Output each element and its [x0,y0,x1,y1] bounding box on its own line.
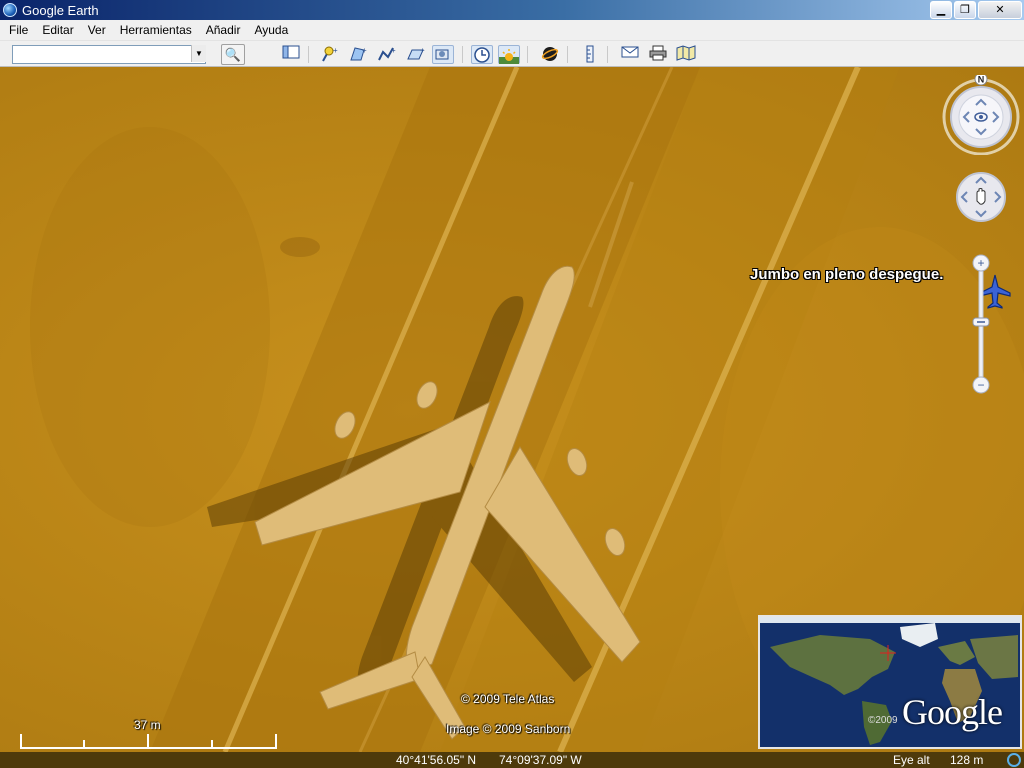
svg-text:+: + [420,46,425,55]
close-button[interactable]: ✕ [978,1,1022,19]
zoom-slider[interactable]: + − [970,253,992,399]
chevron-down-icon[interactable]: ▼ [191,45,206,62]
map-viewport[interactable]: Jumbo en pleno despegue. N + − © 2009 Te… [0,67,1024,752]
zoom-in-label: + [977,256,984,270]
overview-copyright: ©2009 [868,715,898,726]
sidebar-toggle-icon[interactable] [280,45,302,64]
menu-view[interactable]: Ver [81,20,113,41]
sunlight-icon[interactable] [498,45,520,64]
toolbar-separator [308,46,309,63]
attribution-sanborn: Image © 2009 Sanborn [446,722,571,736]
minimize-button[interactable]: ▁ [930,1,952,19]
toolbar-separator [567,46,568,63]
google-earth-app-icon [3,3,17,17]
overview-map[interactable]: ©2009 Google [758,615,1022,749]
eye-alt-label: Eye alt [893,753,930,767]
eye-alt-value: 128 m [950,753,984,767]
menu-tools[interactable]: Herramientas [113,20,199,41]
planets-icon[interactable] [539,45,561,64]
toolbar-separator [462,46,463,63]
ruler-icon[interactable] [579,45,601,64]
window-controls: ▁ ❐ ✕ [928,1,1022,19]
streaming-globe-icon [1007,753,1021,767]
attribution-tele-atlas: © 2009 Tele Atlas [461,692,555,706]
google-logo: Google [902,692,1003,732]
placemark-label[interactable]: Jumbo en pleno despegue. [750,266,943,283]
latitude-readout: 40°41'56.05" N [396,753,477,767]
menu-add[interactable]: Añadir [199,20,248,41]
zoom-out-label: − [977,378,984,392]
menu-help[interactable]: Ayuda [247,20,295,41]
status-bar: 40°41'56.05" N 74°09'37.09" W Eye alt 12… [0,752,1024,768]
look-navigation-control[interactable]: N [942,75,1020,155]
historical-imagery-icon[interactable] [471,45,493,64]
menu-bar: File Editar Ver Herramientas Añadir Ayud… [0,20,1024,41]
search-button[interactable]: 🔍 [221,44,245,65]
longitude-readout: 74°09'37.09" W [499,753,582,767]
menu-file[interactable]: File [2,20,35,41]
search-dropdown-wrapper: ▼ [12,45,206,64]
toolbar: ▼ 🔍 + + + + [0,41,1024,67]
svg-text:+: + [362,46,367,55]
email-icon[interactable] [619,45,641,64]
add-placemark-icon[interactable]: + [318,45,340,64]
title-bar: Google Earth ▁ ❐ ✕ [0,0,1024,20]
svg-text:+: + [391,46,396,55]
toolbar-separator [607,46,608,63]
toolbar-separator [527,46,528,63]
image-overlay-icon[interactable]: + [405,45,427,64]
print-icon[interactable] [647,45,669,64]
record-tour-icon[interactable] [432,45,454,64]
maximize-button[interactable]: ❐ [954,1,976,19]
add-polygon-icon[interactable]: + [347,45,369,64]
menu-edit[interactable]: Editar [35,20,80,41]
window-title: Google Earth [22,2,99,18]
scale-bar [20,734,277,749]
search-icon: 🔍 [224,47,242,62]
svg-text:+: + [333,46,338,55]
move-navigation-control[interactable] [955,171,1007,223]
add-path-icon[interactable]: + [376,45,398,64]
google-maps-icon[interactable] [675,45,697,64]
north-label: N [978,75,985,85]
